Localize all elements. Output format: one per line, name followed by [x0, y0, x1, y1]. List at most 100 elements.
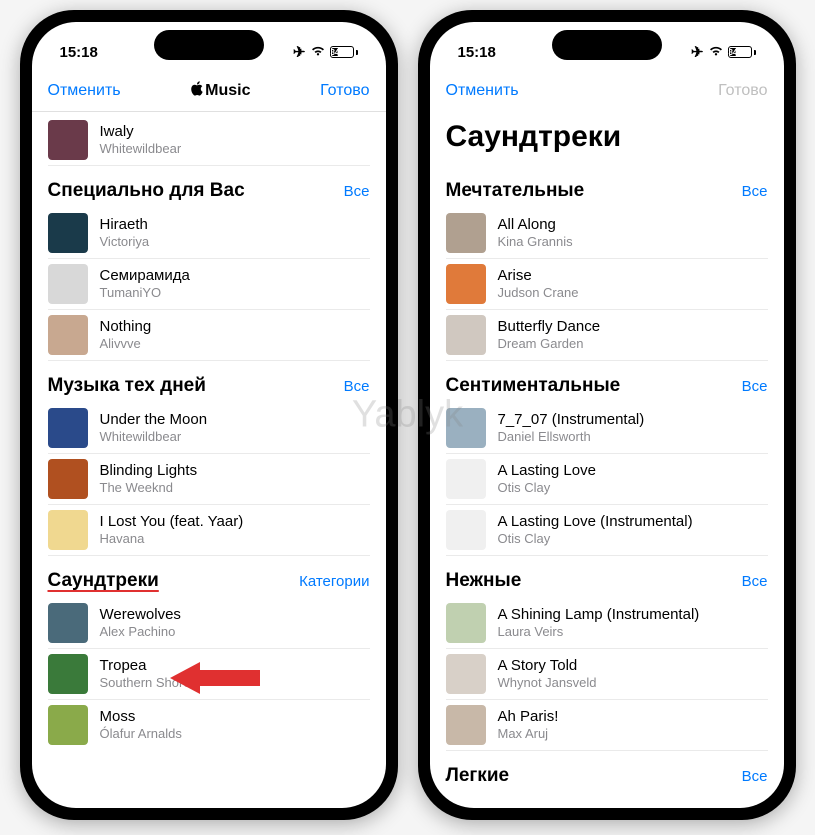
section-link[interactable]: Все	[742, 573, 768, 590]
section-link[interactable]: Категории	[299, 573, 369, 590]
status-time: 15:18	[60, 44, 98, 61]
section-title: Сентиментальные	[446, 375, 621, 397]
list-item[interactable]: Ah Paris! Max Aruj	[446, 700, 768, 751]
track-artist: Whitewildbear	[100, 429, 208, 445]
track-artist: Otis Clay	[498, 480, 596, 496]
list-item[interactable]: Hiraeth Victoriya	[48, 208, 370, 259]
section-title: Мечтательные	[446, 180, 585, 202]
album-art	[48, 213, 88, 253]
list-item[interactable]: All Along Kina Grannis	[446, 208, 768, 259]
track-artist: Whitewildbear	[100, 141, 182, 157]
list-item[interactable]: A Story Told Whynot Jansveld	[446, 649, 768, 700]
album-art	[48, 603, 88, 643]
album-art	[48, 654, 88, 694]
section-title: Специально для Вас	[48, 180, 245, 202]
track-title: Butterfly Dance	[498, 318, 601, 337]
section-title: Музыка тех дней	[48, 375, 206, 397]
list-item[interactable]: Nothing Alivvve	[48, 310, 370, 361]
track-artist: TumaniYO	[100, 285, 190, 301]
list-item[interactable]: Under the Moon Whitewildbear	[48, 403, 370, 454]
album-art	[48, 264, 88, 304]
track-title: Ah Paris!	[498, 708, 559, 727]
list-item[interactable]: 7_7_07 (Instrumental) Daniel Ellsworth	[446, 403, 768, 454]
list-item[interactable]: Butterfly Dance Dream Garden	[446, 310, 768, 361]
list-item[interactable]: Семирамида TumaniYO	[48, 259, 370, 310]
nav-title: Music	[190, 81, 250, 101]
list-item[interactable]: Werewolves Alex Pachino	[48, 598, 370, 649]
apple-logo-icon	[190, 81, 203, 101]
list-item[interactable]: Iwaly Whitewildbear	[48, 112, 370, 166]
track-artist: Dream Garden	[498, 336, 601, 352]
track-title: Nothing	[100, 318, 152, 337]
list-item[interactable]: Arise Judson Crane	[446, 259, 768, 310]
section-title: Нежные	[446, 570, 522, 592]
list-item[interactable]: I Lost You (feat. Yaar) Havana	[48, 505, 370, 556]
track-title: A Lasting Love	[498, 462, 596, 481]
section-header: Сентиментальные Все	[446, 361, 768, 403]
album-art	[446, 603, 486, 643]
album-art	[446, 408, 486, 448]
cancel-button[interactable]: Отменить	[48, 82, 121, 100]
track-title: Hiraeth	[100, 216, 150, 235]
track-title: Under the Moon	[100, 411, 208, 430]
cancel-button[interactable]: Отменить	[446, 82, 519, 100]
section-link[interactable]: Все	[742, 183, 768, 200]
track-artist: Otis Clay	[498, 531, 693, 547]
battery-icon: 34	[330, 46, 358, 58]
album-art	[48, 705, 88, 745]
track-artist: Max Aruj	[498, 726, 559, 742]
section-header: Музыка тех дней Все	[48, 361, 370, 403]
wifi-icon	[708, 44, 724, 61]
section-link[interactable]: Все	[344, 183, 370, 200]
section-header: Нежные Все	[446, 556, 768, 598]
section-link[interactable]: Все	[344, 378, 370, 395]
album-art	[48, 408, 88, 448]
list-item[interactable]: Moss Ólafur Arnalds	[48, 700, 370, 750]
airplane-icon: ✈	[691, 43, 704, 61]
track-artist: Alivvve	[100, 336, 152, 352]
content-left[interactable]: Iwaly Whitewildbear Специально для Вас В…	[32, 112, 386, 808]
track-title: Moss	[100, 708, 182, 727]
track-artist: Kina Grannis	[498, 234, 573, 250]
navbar: Отменить Готово	[430, 70, 784, 112]
section-header: Легкие Все	[446, 751, 768, 793]
phone-right: 15:18 ✈ 34 Отменить Готово Саундтреки Ме…	[418, 10, 796, 820]
section-title: Саундтреки	[48, 570, 159, 592]
wifi-icon	[310, 44, 326, 61]
track-title: Iwaly	[100, 123, 182, 142]
track-title: Arise	[498, 267, 579, 286]
album-art	[446, 315, 486, 355]
track-title: A Lasting Love (Instrumental)	[498, 513, 693, 532]
section-link[interactable]: Все	[742, 768, 768, 785]
track-artist: Daniel Ellsworth	[498, 429, 645, 445]
track-title: Blinding Lights	[100, 462, 198, 481]
album-art	[446, 264, 486, 304]
list-item[interactable]: A Lasting Love Otis Clay	[446, 454, 768, 505]
section-link[interactable]: Все	[742, 378, 768, 395]
section-title: Легкие	[446, 765, 510, 787]
track-artist: Laura Veirs	[498, 624, 700, 640]
content-right[interactable]: Саундтреки Мечтательные Все All Along Ki…	[430, 112, 784, 808]
track-title: A Shining Lamp (Instrumental)	[498, 606, 700, 625]
section-header: Специально для Вас Все	[48, 166, 370, 208]
track-artist: The Weeknd	[100, 480, 198, 496]
track-artist: Havana	[100, 531, 244, 547]
arrow-annotation	[170, 656, 260, 700]
album-art	[446, 654, 486, 694]
navbar: Отменить Music Готово	[32, 70, 386, 112]
list-item[interactable]: A Lasting Love (Instrumental) Otis Clay	[446, 505, 768, 556]
list-item[interactable]: A Shining Lamp (Instrumental) Laura Veir…	[446, 598, 768, 649]
status-right: ✈ 34	[691, 43, 756, 61]
status-bar: 15:18 ✈ 34	[430, 22, 784, 70]
airplane-icon: ✈	[293, 43, 306, 61]
phone-left: 15:18 ✈ 34 Отменить Music Готово	[20, 10, 398, 820]
done-button[interactable]: Готово	[320, 82, 369, 100]
list-item[interactable]: Blinding Lights The Weeknd	[48, 454, 370, 505]
album-art	[446, 510, 486, 550]
track-title: A Story Told	[498, 657, 597, 676]
status-time: 15:18	[458, 44, 496, 61]
album-art	[446, 213, 486, 253]
album-art	[446, 459, 486, 499]
album-art	[48, 315, 88, 355]
track-title: Семирамида	[100, 267, 190, 286]
